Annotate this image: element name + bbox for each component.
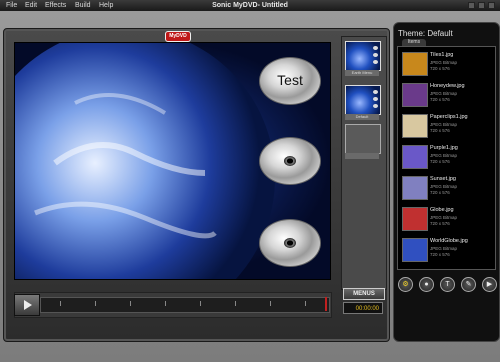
item-type: JPEG Bitmap xyxy=(430,122,458,127)
item-type: JPEG Bitmap xyxy=(430,60,458,65)
menu-edit[interactable]: Edit xyxy=(25,0,37,11)
item-size: 720 x 576 xyxy=(430,97,450,102)
item-type: JPEG Bitmap xyxy=(430,215,458,220)
item-name: Globe.jpg xyxy=(430,207,454,213)
timeline-end-marker xyxy=(325,297,327,311)
timeline-tick xyxy=(165,301,166,306)
theme-item-list: Tiles1.jpg JPEG Bitmap 720 x 576 Honeyde… xyxy=(397,46,496,270)
menu-effects[interactable]: Effects xyxy=(45,0,66,11)
menu-thumb-default[interactable] xyxy=(345,85,381,115)
menu-file[interactable]: File xyxy=(6,0,17,11)
timeline-tick xyxy=(305,301,306,306)
timecode-counter: 00:00:00 xyxy=(343,302,383,314)
item-type: JPEG Bitmap xyxy=(430,153,458,158)
item-size: 720 x 576 xyxy=(430,252,450,257)
item-thumbnail xyxy=(402,207,428,231)
item-thumbnail xyxy=(402,176,428,200)
menus-button[interactable]: MENUS xyxy=(343,288,385,300)
menu-help[interactable]: Help xyxy=(99,0,113,11)
close-icon[interactable] xyxy=(488,2,495,9)
menu-thumb-label xyxy=(345,153,379,159)
disc-hole xyxy=(284,156,296,166)
list-item[interactable]: Paperclips1.jpg JPEG Bitmap 720 x 576 xyxy=(398,111,495,139)
disc-icon xyxy=(373,53,378,57)
item-size: 720 x 576 xyxy=(430,190,450,195)
preview-screen: Test xyxy=(14,42,331,280)
list-item[interactable]: Tiles1.jpg JPEG Bitmap 720 x 576 xyxy=(398,49,495,77)
disc-button-3[interactable] xyxy=(259,219,321,267)
list-item[interactable]: WorldGlobe.jpg JPEG Bitmap 720 x 576 xyxy=(398,235,495,263)
tools-icon[interactable]: ⚙ xyxy=(398,277,413,292)
list-item[interactable]: Sunset.jpg JPEG Bitmap 720 x 576 xyxy=(398,173,495,201)
menu-thumb-empty[interactable] xyxy=(345,124,381,154)
list-item[interactable]: Globe.jpg JPEG Bitmap 720 x 576 xyxy=(398,204,495,232)
tab-items[interactable]: Items xyxy=(402,39,426,46)
disc-icon xyxy=(373,97,378,101)
disc-icon xyxy=(373,60,378,64)
disc-icon xyxy=(373,104,378,108)
item-name: Honeydew.jpg xyxy=(430,83,465,89)
item-type: JPEG Bitmap xyxy=(430,246,458,251)
timeline-tick xyxy=(200,301,201,306)
menu-bar: Sonic MyDVD- Untitled File Edit Effects … xyxy=(0,0,500,11)
item-name: Paperclips1.jpg xyxy=(430,114,468,120)
item-type: JPEG Bitmap xyxy=(430,184,458,189)
menu-thumb-label: Earth Menu xyxy=(345,70,379,76)
timeline-tick xyxy=(95,301,96,306)
item-name: WorldGlobe.jpg xyxy=(430,238,468,244)
theme-title: Theme: Default xyxy=(398,29,453,38)
item-thumbnail xyxy=(402,145,428,169)
list-item[interactable]: Honeydew.jpg JPEG Bitmap 720 x 576 xyxy=(398,80,495,108)
disc-hole xyxy=(284,238,296,248)
timeline-tick xyxy=(270,301,271,306)
text-icon[interactable]: T xyxy=(440,277,455,292)
item-size: 720 x 576 xyxy=(430,159,450,164)
stop-icon[interactable]: ● xyxy=(419,277,434,292)
item-name: Purple1.jpg xyxy=(430,145,458,151)
minimize-icon[interactable] xyxy=(468,2,475,9)
item-name: Tiles1.jpg xyxy=(430,52,454,58)
list-item[interactable]: Purple1.jpg JPEG Bitmap 720 x 576 xyxy=(398,142,495,170)
timeline-tick xyxy=(130,301,131,306)
item-thumbnail xyxy=(402,83,428,107)
disc-icon xyxy=(373,90,378,94)
menu-build[interactable]: Build xyxy=(75,0,91,11)
timeline-tick xyxy=(235,301,236,306)
menu-thumb-earth[interactable] xyxy=(345,41,381,71)
edit-icon[interactable]: ✎ xyxy=(461,277,476,292)
item-thumbnail xyxy=(402,238,428,262)
item-size: 720 x 576 xyxy=(430,128,450,133)
maximize-icon[interactable] xyxy=(478,2,485,9)
item-size: 720 x 576 xyxy=(430,66,450,71)
timeline-slider[interactable] xyxy=(40,297,330,313)
item-thumbnail xyxy=(402,114,428,138)
mydvd-logo: MyDVD xyxy=(165,31,191,42)
item-size: 720 x 576 xyxy=(430,221,450,226)
play-icon[interactable] xyxy=(14,294,40,316)
disc-icon xyxy=(373,46,378,50)
disc-button-2[interactable] xyxy=(259,137,321,185)
timeline-tick xyxy=(60,301,61,306)
item-type: JPEG Bitmap xyxy=(430,91,458,96)
disc-button-label: Test xyxy=(277,72,303,88)
menu-thumb-label: Default xyxy=(345,114,379,120)
item-name: Sunset.jpg xyxy=(430,176,456,182)
disc-button-1[interactable]: Test xyxy=(259,57,321,105)
item-thumbnail xyxy=(402,52,428,76)
next-icon[interactable]: ▶ xyxy=(482,277,497,292)
